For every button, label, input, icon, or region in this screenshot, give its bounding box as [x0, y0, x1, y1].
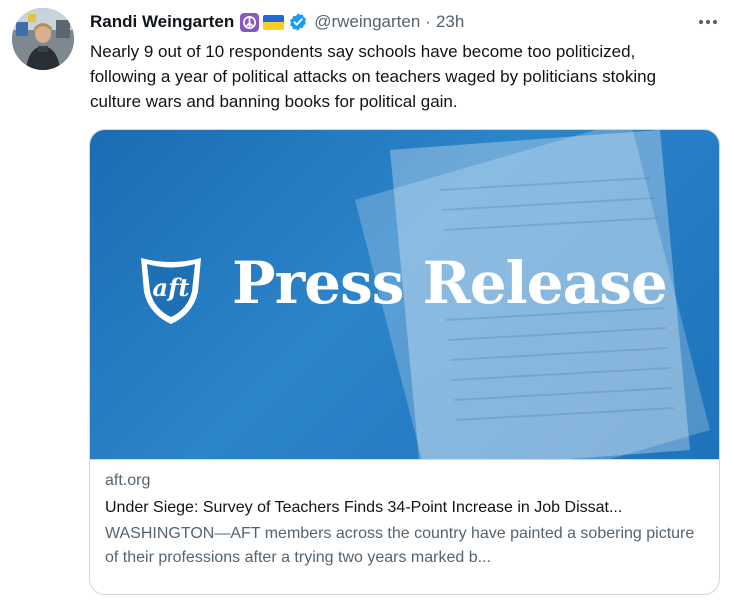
author-handle[interactable]: @rweingarten	[314, 12, 420, 32]
svg-text:aft: aft	[153, 273, 190, 302]
author-name[interactable]: Randi Weingarten	[90, 12, 234, 32]
card-description[interactable]: WASHINGTON—AFT members across the countr…	[105, 522, 705, 570]
more-horizontal-icon[interactable]	[696, 12, 720, 32]
card-meta: aft.org Under Siege: Survey of Teachers …	[105, 470, 705, 570]
avatar-photo	[12, 8, 74, 70]
avatar[interactable]	[12, 8, 74, 70]
tweet-header: Randi Weingarten @rweingarten · 23h	[90, 10, 464, 34]
tweet-text: Nearly 9 out of 10 respondents say schoo…	[90, 42, 657, 111]
aft-logo-icon: aft	[138, 254, 204, 331]
verified-badge-icon[interactable]	[288, 12, 308, 32]
press-release-title: Press Release	[232, 249, 668, 317]
timestamp[interactable]: 23h	[436, 12, 464, 32]
card-image[interactable]: aft Press Release	[90, 130, 719, 460]
separator-dot: ·	[425, 12, 431, 31]
link-card[interactable]: aft Press Release aft.org Under Siege: S…	[89, 129, 720, 595]
peace-emoji-icon	[240, 12, 260, 32]
card-title[interactable]: Under Siege: Survey of Teachers Finds 34…	[105, 496, 705, 520]
tweet[interactable]: Randi Weingarten @rweingarten · 23h Near…	[0, 0, 734, 605]
ukraine-flag-icon	[263, 14, 285, 30]
card-domain[interactable]: aft.org	[105, 470, 705, 492]
